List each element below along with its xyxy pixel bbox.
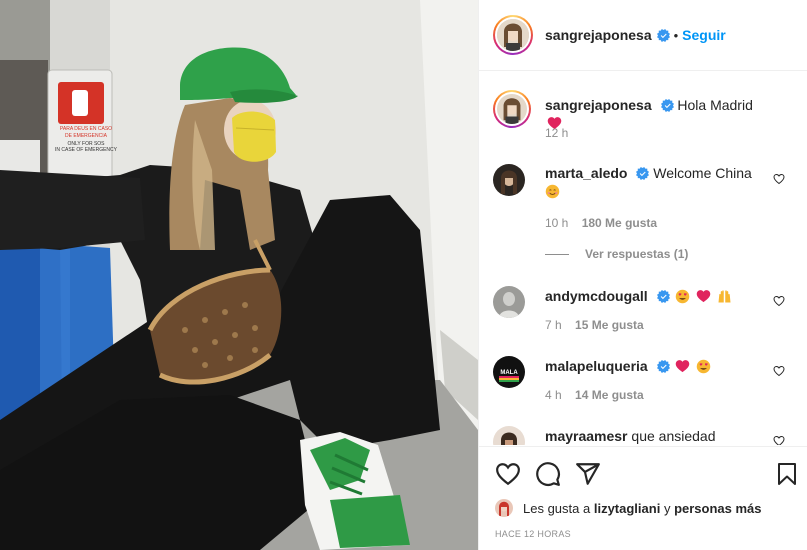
comment-avatar[interactable] [493,164,525,196]
comment-avatar[interactable] [493,426,525,445]
sign-line-4: IN CASE OF EMERGENCY [55,147,118,153]
comment-row: andymcdougall 7 h 15 Me gusta [493,284,793,344]
view-replies-label: Ver respuestas (1) [585,247,689,261]
comment-row: mayraamesr que ansiedad [493,424,793,445]
post-header: sangrejaponesa • Seguir [479,0,807,71]
caption-time: 12 h [545,126,569,140]
verified-badge-icon [656,290,670,303]
like-comment-heart-icon[interactable] [773,435,785,445]
verified-badge-icon [656,28,670,42]
like-comment-heart-icon[interactable] [773,173,785,185]
comment-time: 7 h [545,318,562,332]
comment-username[interactable]: andymcdougall [545,288,648,304]
share-send-icon[interactable] [575,461,601,487]
caption-row: sangrejaponesa Hola Madrid 12 h [493,90,793,150]
comment-username[interactable]: marta_aledo [545,165,627,181]
caption-username[interactable]: sangrejaponesa [545,97,652,113]
verified-badge-icon [660,99,674,112]
post-side-panel: sangrejaponesa • Seguir sangrejaponesa H… [478,0,807,550]
caption-avatar[interactable] [493,90,531,128]
post-photo-illustration: PARA DEUS EN CASO DE EMERGENCIA ONLY FOR… [0,0,478,550]
comment-username[interactable]: mayraamesr [545,428,628,444]
follow-button[interactable]: Seguir [682,27,726,43]
header-username[interactable]: sangrejaponesa [545,27,652,43]
post-timestamp[interactable]: HACE 12 HORAS [495,529,571,539]
post-photo[interactable]: PARA DEUS EN CASO DE EMERGENCIA ONLY FOR… [0,0,478,550]
comment-username[interactable]: malapeluqueria [545,358,648,374]
likes-others[interactable]: personas más [674,501,761,516]
comment-row: marta_aledo Welcome China 10 h 180 Me gu… [493,162,793,232]
red-heart-emoji-icon [676,360,690,373]
svg-text:MALA: MALA [500,370,518,376]
heart-eyes-emoji-icon [697,359,711,374]
avatar[interactable] [493,15,533,55]
blush-smile-emoji-icon [545,184,560,199]
likes-summary: Les gusta a lizytagliani y personas más [495,499,797,517]
sign-line-2: DE EMERGENCIA [65,133,108,139]
caption-text: Hola Madrid [677,97,753,113]
avatar-image [497,19,529,51]
view-replies-button[interactable]: Ver respuestas (1) [545,247,688,261]
post-actions: Les gusta a lizytagliani y personas más … [479,446,807,546]
comment-likes[interactable]: 180 Me gusta [582,216,657,230]
comment-bubble-icon[interactable] [535,461,561,487]
comment-likes[interactable]: 15 Me gusta [575,318,644,332]
save-bookmark-icon[interactable] [775,461,799,487]
comments-list[interactable]: sangrejaponesa Hola Madrid 12 h marta_al… [479,72,807,445]
likes-prefix: Les gusta a [523,500,591,516]
comment-time: 4 h [545,388,562,402]
raising-hands-emoji-icon [718,290,731,303]
likes-middle: y [663,500,671,516]
comment-row: MALA malapeluqueria 4 h 14 Me gusta [493,354,793,414]
sign-line-1: PARA DEUS EN CASO [60,126,112,132]
comment-avatar[interactable] [493,286,525,318]
verified-badge-icon [656,360,670,373]
comment-likes[interactable]: 14 Me gusta [575,388,644,402]
like-comment-heart-icon[interactable] [773,295,785,307]
comment-avatar[interactable]: MALA [493,356,525,388]
like-heart-icon[interactable] [495,461,521,487]
comment-time: 10 h [545,216,569,230]
header-separator: • [673,27,679,43]
instagram-post: PARA DEUS EN CASO DE EMERGENCIA ONLY FOR… [0,0,807,550]
liker-avatar[interactable] [495,499,513,517]
heart-eyes-emoji-icon [676,289,690,304]
replies-divider [545,253,569,255]
comment-text: Welcome China [653,165,752,181]
like-comment-heart-icon[interactable] [773,365,785,377]
red-heart-emoji-icon [697,290,711,303]
verified-badge-icon [636,167,650,180]
likes-user[interactable]: lizytagliani [594,501,660,516]
comment-text: que ansiedad [631,428,716,444]
